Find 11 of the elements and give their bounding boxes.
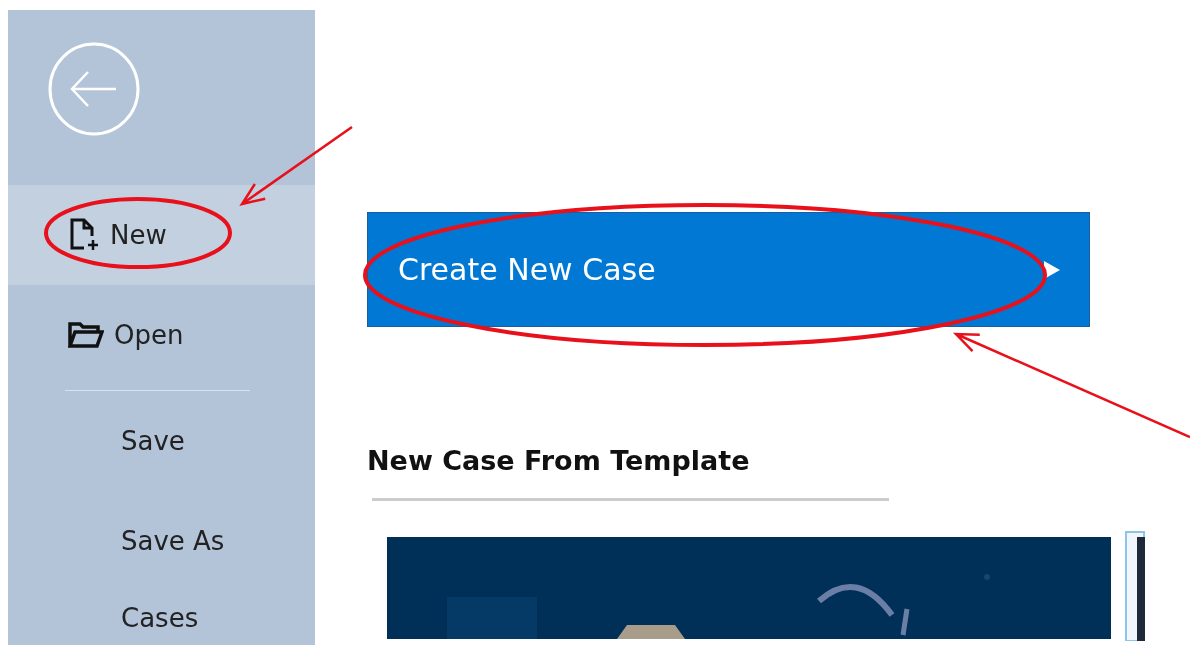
sidebar-item[interactable]: Open [8,285,315,385]
create-case-button[interactable]: Create New Case [367,212,1090,327]
sidebar-item[interactable]: Cases [8,591,315,645]
back-icon[interactable] [48,42,140,136]
sidebar-item[interactable]: New [8,185,315,285]
folder-icon [68,321,104,349]
sidebar-item[interactable]: Save As [8,491,315,591]
section-heading: New Case From Template [367,447,751,474]
new-file-icon [68,218,100,252]
sidebar-item[interactable]: Save [8,391,315,491]
play-icon [1043,259,1061,280]
